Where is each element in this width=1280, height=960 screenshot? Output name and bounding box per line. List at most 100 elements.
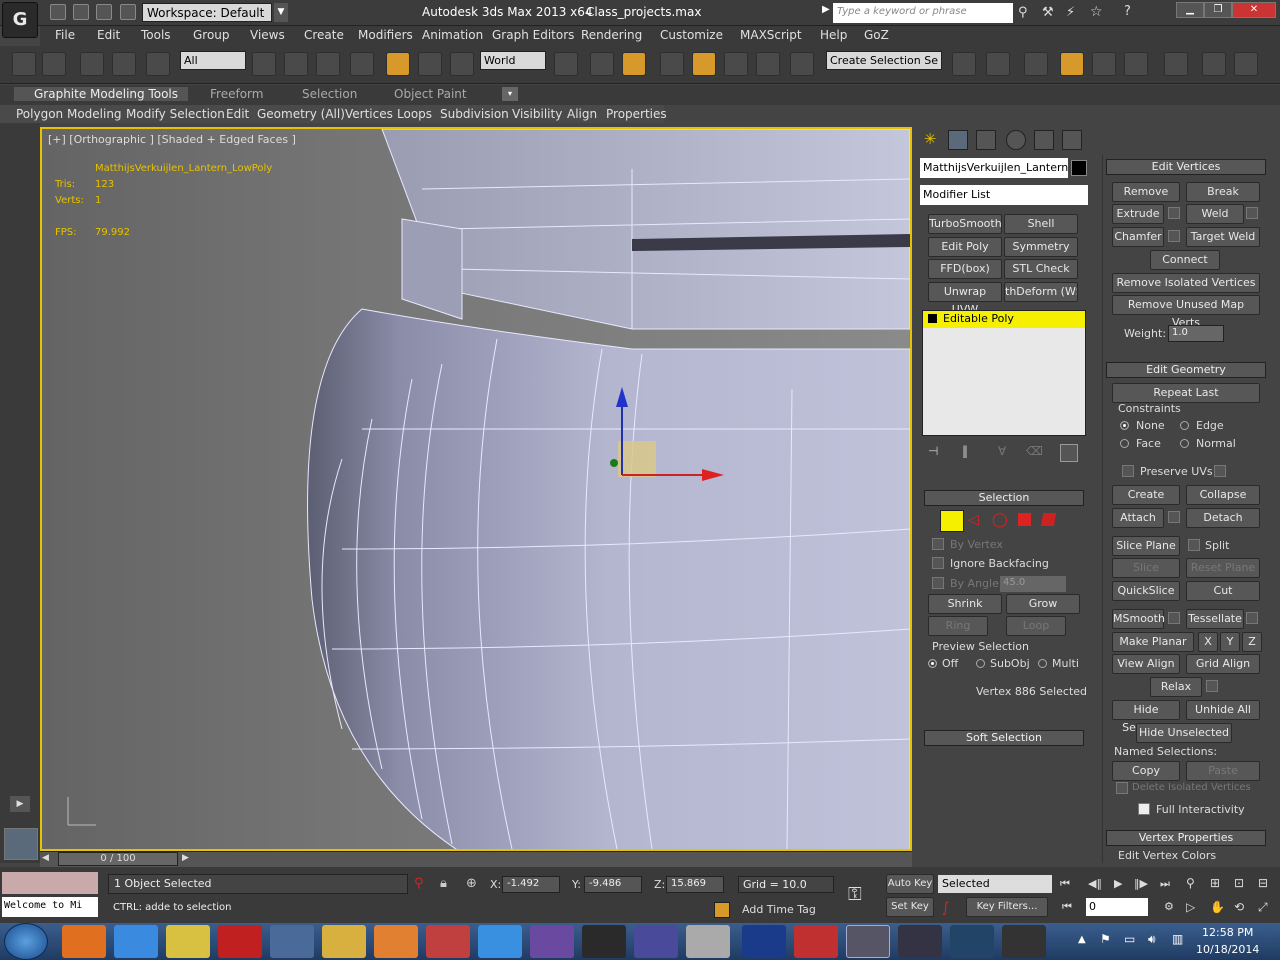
app-logo-icon[interactable]: G bbox=[2, 2, 38, 38]
preserve-uvs-checkbox[interactable] bbox=[1122, 465, 1134, 477]
copy-button[interactable]: Copy bbox=[1112, 761, 1180, 781]
break-button[interactable]: Break bbox=[1186, 182, 1260, 202]
menu-file[interactable]: File bbox=[55, 28, 75, 42]
weld-button[interactable]: Weld bbox=[1186, 204, 1244, 224]
menu-graph-editors[interactable]: Graph Editors bbox=[492, 28, 574, 42]
auto-key-button[interactable]: Auto Key bbox=[886, 874, 934, 894]
edit-named-selection-icon[interactable] bbox=[790, 52, 814, 76]
window-crossing-icon[interactable] bbox=[350, 52, 374, 76]
timeline-prev-icon[interactable]: ◀ bbox=[42, 853, 56, 865]
photoshop-taskbar-icon[interactable] bbox=[742, 925, 786, 958]
detach-button[interactable]: Detach bbox=[1186, 508, 1260, 528]
new-scene-icon[interactable] bbox=[50, 4, 66, 20]
attach-list-icon[interactable] bbox=[1168, 511, 1180, 523]
vertex-properties-header[interactable]: Vertex Properties bbox=[1106, 830, 1266, 846]
preview-multi-radio[interactable] bbox=[1038, 659, 1047, 668]
select-manipulate-icon[interactable] bbox=[590, 52, 614, 76]
unity-taskbar-icon[interactable] bbox=[1002, 925, 1046, 958]
zoom-icon[interactable]: ⚲ bbox=[1186, 876, 1195, 890]
make-planar-button[interactable]: Make Planar bbox=[1112, 632, 1194, 652]
object-name-field[interactable]: MatthijsVerkuijlen_Lantern_Lo bbox=[920, 158, 1068, 178]
menu-tools[interactable]: Tools bbox=[141, 28, 171, 42]
select-by-name-icon[interactable] bbox=[284, 52, 308, 76]
keyboard-shortcut-override-icon[interactable] bbox=[622, 52, 646, 76]
unwrap-uvw-button[interactable]: Unwrap UVW bbox=[928, 282, 1002, 316]
reset-plane-button[interactable]: Reset Plane bbox=[1186, 558, 1260, 578]
thdeform-button[interactable]: thDeform (WSI bbox=[1004, 282, 1078, 302]
tessellate-settings-icon[interactable] bbox=[1246, 612, 1258, 624]
internet-explorer-taskbar-icon[interactable] bbox=[114, 925, 158, 958]
polygon-mode-icon[interactable] bbox=[1018, 513, 1031, 526]
full-interactivity-checkbox[interactable] bbox=[1138, 803, 1150, 815]
maximize-icon[interactable]: ❐ bbox=[1204, 2, 1232, 18]
viewport-label[interactable]: [+] [Orthographic ] [Shaded + Edged Face… bbox=[48, 133, 296, 146]
panel-subdivision[interactable]: Subdivision bbox=[440, 107, 509, 121]
z-coord-field[interactable]: 15.869 bbox=[666, 876, 724, 893]
key-mode-dropdown[interactable]: Selected bbox=[938, 875, 1052, 893]
close-icon[interactable]: ✕ bbox=[1232, 2, 1276, 18]
exchange-icon[interactable]: ⚡ bbox=[1066, 5, 1075, 20]
split-checkbox[interactable] bbox=[1188, 539, 1200, 551]
current-frame-field[interactable]: 0 bbox=[1086, 898, 1148, 916]
tab-object-paint[interactable]: Object Paint bbox=[394, 87, 467, 101]
sync-taskbar-icon[interactable] bbox=[270, 925, 314, 958]
remove-isolated-button[interactable]: Remove Isolated Vertices bbox=[1112, 273, 1260, 293]
tray-expand-icon[interactable]: ▲ bbox=[1078, 934, 1086, 945]
menu-rendering[interactable]: Rendering bbox=[581, 28, 642, 42]
previous-frame-icon[interactable]: ◀‖ bbox=[1088, 877, 1102, 890]
bind-space-warp-icon[interactable] bbox=[146, 52, 170, 76]
go-to-start-icon[interactable]: ⏮ bbox=[1060, 877, 1070, 891]
panel-modify-selection[interactable]: Modify Selection bbox=[126, 107, 225, 121]
weld-settings-icon[interactable] bbox=[1246, 207, 1258, 219]
preview-off-radio[interactable] bbox=[928, 659, 937, 668]
isolate-selection-icon[interactable]: ⚲ bbox=[414, 876, 424, 891]
graphite-toggle-icon[interactable] bbox=[1060, 52, 1084, 76]
relax-settings-icon[interactable] bbox=[1206, 680, 1218, 692]
edge-mode-icon[interactable]: ◁ bbox=[968, 512, 979, 528]
key-tangents-icon[interactable]: ∫ bbox=[942, 900, 949, 916]
app-c-taskbar-icon[interactable] bbox=[898, 925, 942, 958]
ribbon-options-icon[interactable]: ▾ bbox=[502, 87, 518, 101]
menu-group[interactable]: Group bbox=[193, 28, 230, 42]
frame-indicator[interactable]: 0 / 100 bbox=[58, 852, 178, 866]
edit-poly-button[interactable]: Edit Poly bbox=[928, 237, 1002, 257]
named-selection-dropdown[interactable]: Create Selection Se bbox=[826, 51, 942, 70]
lock-selection-icon[interactable]: 🔒︎ bbox=[440, 876, 447, 891]
menu-modifiers[interactable]: Modifiers bbox=[358, 28, 413, 42]
constraint-edge-radio[interactable] bbox=[1180, 421, 1189, 430]
mirror-icon[interactable] bbox=[952, 52, 976, 76]
3dsmax-taskbar-icon[interactable] bbox=[846, 925, 890, 958]
quickslice-button[interactable]: QuickSlice bbox=[1112, 581, 1180, 601]
maxscript-mini-listener[interactable] bbox=[2, 872, 98, 894]
field-of-view-icon[interactable]: ▷ bbox=[1186, 900, 1195, 914]
panel-align[interactable]: Align bbox=[567, 107, 597, 121]
help-icon[interactable]: ? bbox=[1124, 4, 1131, 19]
panel-visibility[interactable]: Visibility bbox=[512, 107, 562, 121]
filezilla-taskbar-icon[interactable] bbox=[218, 925, 262, 958]
edit-vertices-header[interactable]: Edit Vertices bbox=[1106, 159, 1266, 175]
delete-isolated-checkbox[interactable] bbox=[1116, 782, 1128, 794]
motion-tab-icon[interactable] bbox=[1006, 130, 1026, 150]
redo-icon[interactable] bbox=[42, 52, 66, 76]
stack-expand-icon[interactable] bbox=[928, 314, 937, 323]
planar-x-button[interactable]: X bbox=[1198, 632, 1218, 652]
select-link-icon[interactable] bbox=[80, 52, 104, 76]
curve-editor-icon[interactable] bbox=[1092, 52, 1116, 76]
scale-icon[interactable] bbox=[450, 52, 474, 76]
zoom-extents-icon[interactable]: ⊡ bbox=[1234, 876, 1244, 890]
panel-edit[interactable]: Edit bbox=[226, 107, 249, 121]
constraint-face-radio[interactable] bbox=[1120, 439, 1129, 448]
slice-plane-button[interactable]: Slice Plane bbox=[1112, 536, 1180, 556]
play-triangle-icon[interactable]: ▶ bbox=[10, 796, 30, 812]
undo-icon[interactable] bbox=[12, 52, 36, 76]
extrude-button[interactable]: Extrude bbox=[1112, 204, 1164, 224]
display-tab-icon[interactable] bbox=[1034, 130, 1054, 150]
show-end-result-icon[interactable]: ‖ bbox=[962, 444, 980, 462]
repeat-last-button[interactable]: Repeat Last bbox=[1112, 383, 1260, 403]
create-button[interactable]: Create bbox=[1112, 485, 1180, 505]
tools-icon[interactable]: ⚒ bbox=[1042, 5, 1054, 20]
start-button-icon[interactable] bbox=[4, 923, 48, 960]
constraint-normal-radio[interactable] bbox=[1180, 439, 1189, 448]
make-unique-icon[interactable]: ∀ bbox=[998, 444, 1016, 462]
ring-button[interactable]: Ring bbox=[928, 616, 988, 636]
